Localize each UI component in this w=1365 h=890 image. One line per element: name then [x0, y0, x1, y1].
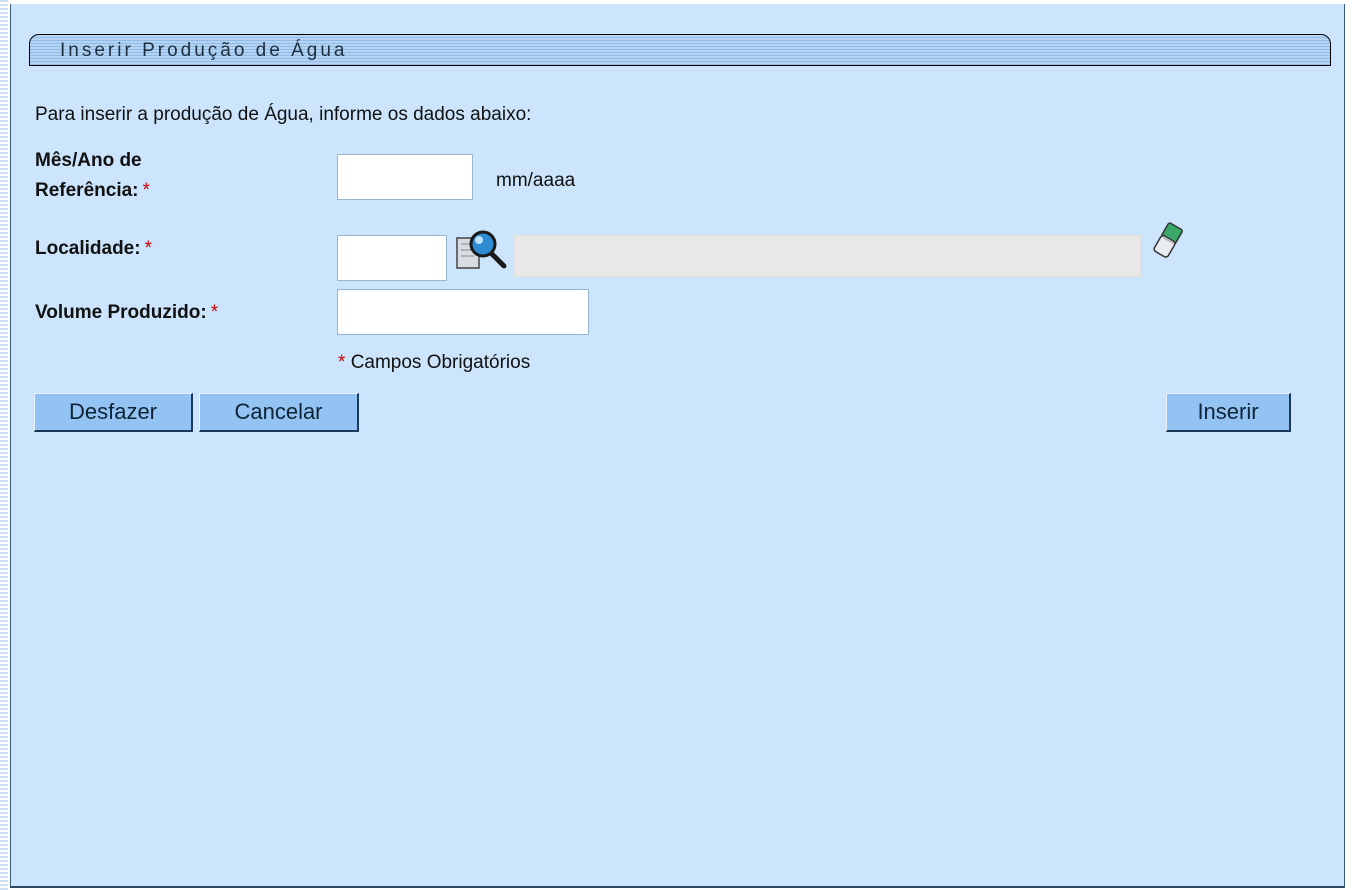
required-note-mark: *	[338, 352, 346, 373]
magnifier-search-icon[interactable]	[454, 226, 510, 272]
mes-ano-format-hint: mm/aaaa	[496, 170, 576, 191]
title-bar: Inserir Produção de Água	[29, 34, 1331, 66]
page-edge	[0, 0, 8, 890]
volume-required-mark: *	[210, 302, 219, 323]
mes-ano-label: Mês/Ano de Referência: *	[35, 146, 150, 206]
volume-input[interactable]	[337, 289, 589, 335]
mes-ano-required-mark: *	[142, 180, 150, 201]
cancel-button[interactable]: Cancelar	[199, 393, 359, 432]
volume-label-text: Volume Produzido:	[35, 302, 207, 323]
form-panel: Inserir Produção de Água Para inserir a …	[10, 4, 1345, 888]
required-fields-note: * Campos Obrigatórios	[338, 352, 530, 374]
mes-ano-input[interactable]	[337, 154, 473, 200]
localidade-label-text: Localidade:	[35, 238, 141, 259]
insert-button[interactable]: Inserir	[1166, 393, 1291, 432]
eraser-icon[interactable]	[1149, 220, 1185, 264]
localidade-label: Localidade: *	[35, 234, 152, 264]
undo-button[interactable]: Desfazer	[34, 393, 193, 432]
localidade-required-mark: *	[144, 238, 152, 259]
localidade-description-field	[514, 235, 1141, 277]
mes-ano-label-line1: Mês/Ano de	[35, 150, 142, 171]
localidade-code-input[interactable]	[337, 235, 447, 281]
instructions-text: Para inserir a produção de Água, informe…	[35, 104, 532, 125]
page-title: Inserir Produção de Água	[60, 40, 348, 61]
mes-ano-label-line2: Referência:	[35, 180, 139, 201]
required-note-text: Campos Obrigatórios	[350, 352, 531, 373]
volume-label: Volume Produzido: *	[35, 298, 218, 328]
